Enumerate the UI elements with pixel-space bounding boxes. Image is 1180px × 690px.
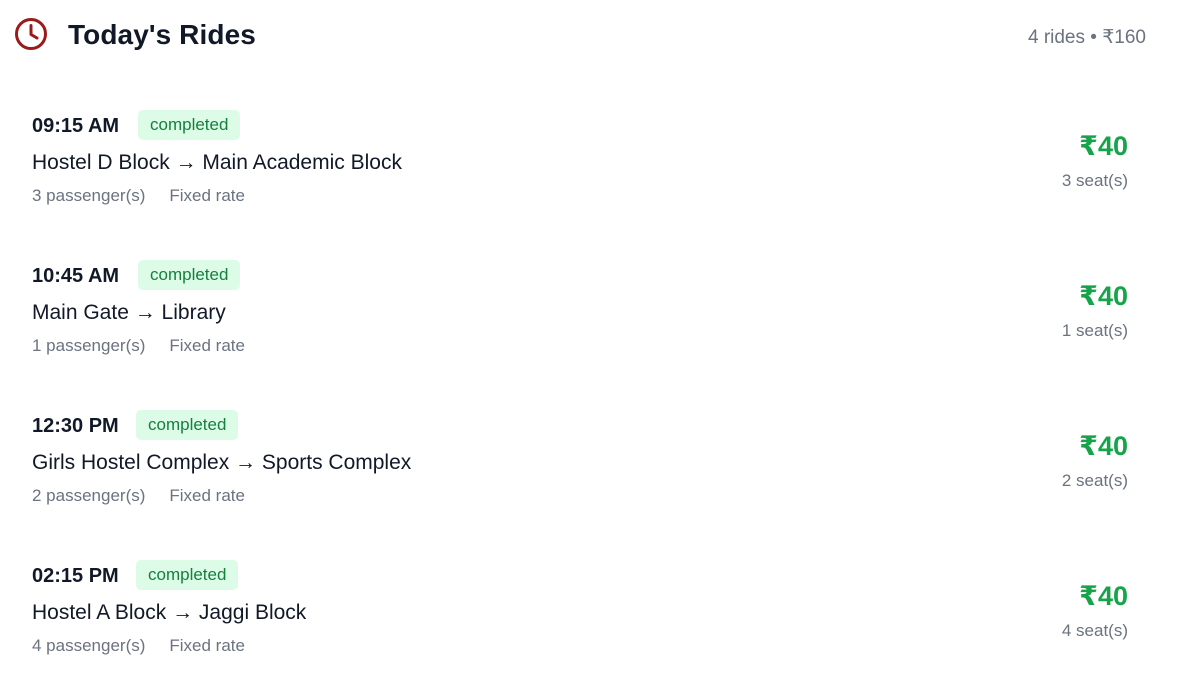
rides-header: Today's Rides 4 rides • ₹160 [0, 0, 1180, 74]
ride-route: Hostel A Block → Jaggi Block [32, 601, 307, 624]
ride-price: ₹40 [1079, 131, 1128, 161]
rate-type: Fixed rate [169, 636, 245, 655]
ride-item[interactable]: 09:15 AM completed Hostel D Block → Main… [0, 90, 1180, 240]
ride-list: 09:15 AM completed Hostel D Block → Main… [0, 90, 1180, 690]
ride-seats: 4 seat(s) [1061, 621, 1128, 640]
ride-meta: 1 passenger(s) Fixed rate [32, 336, 245, 356]
ride-item[interactable]: 12:30 PM completed Girls Hostel Complex … [0, 390, 1180, 540]
ride-price: ₹40 [1079, 431, 1128, 461]
status-badge: completed [136, 560, 239, 590]
rate-type: Fixed rate [169, 186, 245, 205]
ride-item[interactable]: 10:45 AM completed Main Gate → Library 1… [0, 240, 1180, 390]
passenger-count: 4 passenger(s) [32, 636, 146, 655]
passenger-count: 2 passenger(s) [32, 486, 146, 505]
rides-summary: 4 rides • ₹160 [1027, 27, 1146, 48]
status-badge: completed [136, 410, 239, 440]
ride-seats: 2 seat(s) [1061, 471, 1128, 490]
status-badge: completed [138, 110, 241, 140]
ride-time: 09:15 AM [32, 115, 120, 137]
ride-meta: 4 passenger(s) Fixed rate [32, 636, 245, 656]
ride-item[interactable]: 02:15 PM completed Hostel A Block → Jagg… [0, 540, 1180, 690]
ride-route: Main Gate → Library [32, 301, 226, 324]
ride-time: 02:15 PM [32, 565, 119, 587]
passenger-count: 3 passenger(s) [32, 186, 146, 205]
status-badge: completed [138, 260, 241, 290]
rate-type: Fixed rate [169, 486, 245, 505]
ride-time: 12:30 PM [32, 415, 119, 437]
ride-meta: 3 passenger(s) Fixed rate [32, 186, 245, 206]
ride-seats: 3 seat(s) [1061, 171, 1128, 190]
ride-route: Hostel D Block → Main Academic Block [32, 151, 402, 174]
passenger-count: 1 passenger(s) [32, 336, 146, 355]
ride-seats: 1 seat(s) [1061, 321, 1128, 340]
clock-icon [15, 18, 47, 50]
page-title: Today's Rides [68, 19, 256, 50]
ride-route: Girls Hostel Complex → Sports Complex [32, 451, 412, 474]
ride-price: ₹40 [1079, 281, 1128, 311]
rate-type: Fixed rate [169, 336, 245, 355]
ride-time: 10:45 AM [32, 265, 120, 287]
ride-meta: 2 passenger(s) Fixed rate [32, 486, 245, 506]
ride-price: ₹40 [1079, 581, 1128, 611]
